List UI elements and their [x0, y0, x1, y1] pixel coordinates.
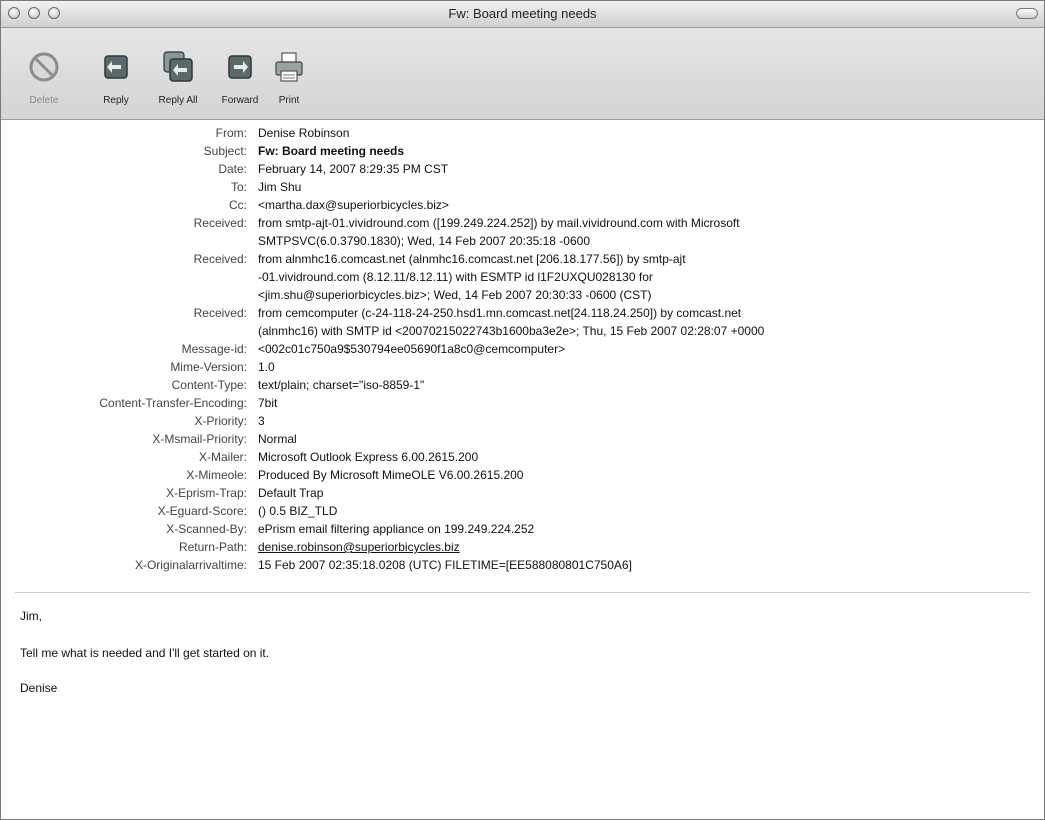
header-label: Received: — [193, 252, 247, 266]
header-label: X-Mailer: — [198, 450, 247, 464]
header-label: Date: — [218, 162, 247, 176]
header-value-line: 7bit — [258, 396, 278, 410]
header-label: Content-Type: — [171, 378, 247, 392]
header-label: X-Mimeole: — [186, 468, 247, 482]
return-path-link[interactable]: denise.robinson@superiorbicycles.biz — [258, 539, 1033, 555]
delete-icon — [29, 52, 59, 82]
header-divider — [15, 592, 1031, 593]
reply-button[interactable]: Reply — [86, 46, 146, 116]
date-value: February 14, 2007 8:29:35 PM CST — [258, 162, 449, 176]
header-label: X-Priority: — [194, 414, 247, 428]
header-value-line: SMTPSVC(6.0.3790.1830); Wed, 14 Feb 2007… — [258, 234, 590, 248]
toolbar-toggle-button[interactable] — [1016, 8, 1038, 19]
window-title: Fw: Board meeting needs — [448, 6, 597, 21]
print-button[interactable]: Print — [259, 46, 319, 116]
printer-icon — [275, 52, 303, 82]
header-label: Received: — [193, 216, 247, 230]
cc-address[interactable]: <martha.dax@superiorbicycles.biz> — [258, 197, 1033, 213]
header-value-line: from alnmhc16.comcast.net (alnmhc16.comc… — [258, 252, 686, 266]
delete-button[interactable]: Delete — [14, 46, 74, 116]
header-value-line: Microsoft Outlook Express 6.00.2615.200 — [258, 450, 479, 464]
header-value-line: text/plain; charset="iso-8859-1" — [258, 378, 425, 392]
header-label: X-Scanned-By: — [166, 522, 247, 536]
header-label: Return-Path: — [178, 540, 247, 554]
mail-window: Fw: Board meeting needs Delete Reply Rep… — [0, 0, 1045, 820]
subject-value: Fw: Board meeting needs — [258, 144, 405, 158]
header-value-line: <jim.shu@superiorbicycles.biz>; Wed, 14 … — [258, 288, 652, 302]
recipient-name[interactable]: Jim Shu — [258, 179, 1033, 195]
reply-all-button[interactable]: Reply All — [148, 46, 208, 116]
header-label: From: — [215, 126, 247, 140]
header-label: X-Eprism-Trap: — [166, 486, 247, 500]
header-label: Subject: — [203, 144, 247, 158]
print-label: Print — [278, 95, 300, 106]
header-value-line: (alnmhc16) with SMTP id <20070215022743b… — [258, 324, 765, 338]
header-label: X-Originalarrivaltime: — [134, 558, 247, 572]
forward-icon — [228, 55, 252, 79]
sender-name[interactable]: Denise Robinson — [258, 125, 1033, 141]
reply-all-label: Reply All — [158, 95, 198, 106]
header-value-line: ePrism email filtering appliance on 199.… — [258, 522, 535, 536]
header-value-line: from smtp-ajt-01.vividround.com ([199.24… — [258, 216, 740, 230]
header-label: Cc: — [229, 198, 247, 212]
reply-all-icon — [163, 51, 193, 82]
header-label: Received: — [193, 306, 247, 320]
title-bar[interactable]: Fw: Board meeting needs — [1, 1, 1044, 28]
header-value-line: from cemcomputer (c-24-118-24-250.hsd1.m… — [258, 306, 742, 320]
header-value-line: 3 — [258, 414, 265, 428]
reply-label: Reply — [103, 95, 129, 106]
header-label: Message-id: — [181, 342, 247, 356]
delete-label: Delete — [29, 95, 59, 106]
header-label: X-Eguard-Score: — [157, 504, 247, 518]
message-text: Tell me what is needed and I'll get star… — [20, 646, 270, 660]
header-value-line: 1.0 — [258, 360, 275, 374]
message-greeting: Jim, — [20, 609, 42, 623]
header-label: Content-Transfer-Encoding: — [99, 396, 247, 410]
header-value-line: Default Trap — [258, 486, 324, 500]
toolbar: Delete Reply Reply All Forward Print — [1, 28, 1044, 120]
header-value-line: () 0.5 BIZ_TLD — [258, 504, 338, 518]
header-value-line: 15 Feb 2007 02:35:18.0208 (UTC) FILETIME… — [258, 558, 632, 572]
header-label: X-Msmail-Priority: — [152, 432, 247, 446]
header-value-line: <002c01c750a9$530794ee05690f1a8c0@cemcom… — [258, 342, 566, 356]
header-value-line: -01.vividround.com (8.12.11/8.12.11) wit… — [258, 270, 653, 284]
header-value-line: Normal — [258, 432, 297, 446]
message-signature: Denise — [20, 681, 58, 695]
header-label: Mime-Version: — [170, 360, 247, 374]
header-label: To: — [230, 180, 247, 194]
reply-icon — [104, 55, 128, 79]
header-value-line: Produced By Microsoft MimeOLE V6.00.2615… — [258, 468, 524, 482]
